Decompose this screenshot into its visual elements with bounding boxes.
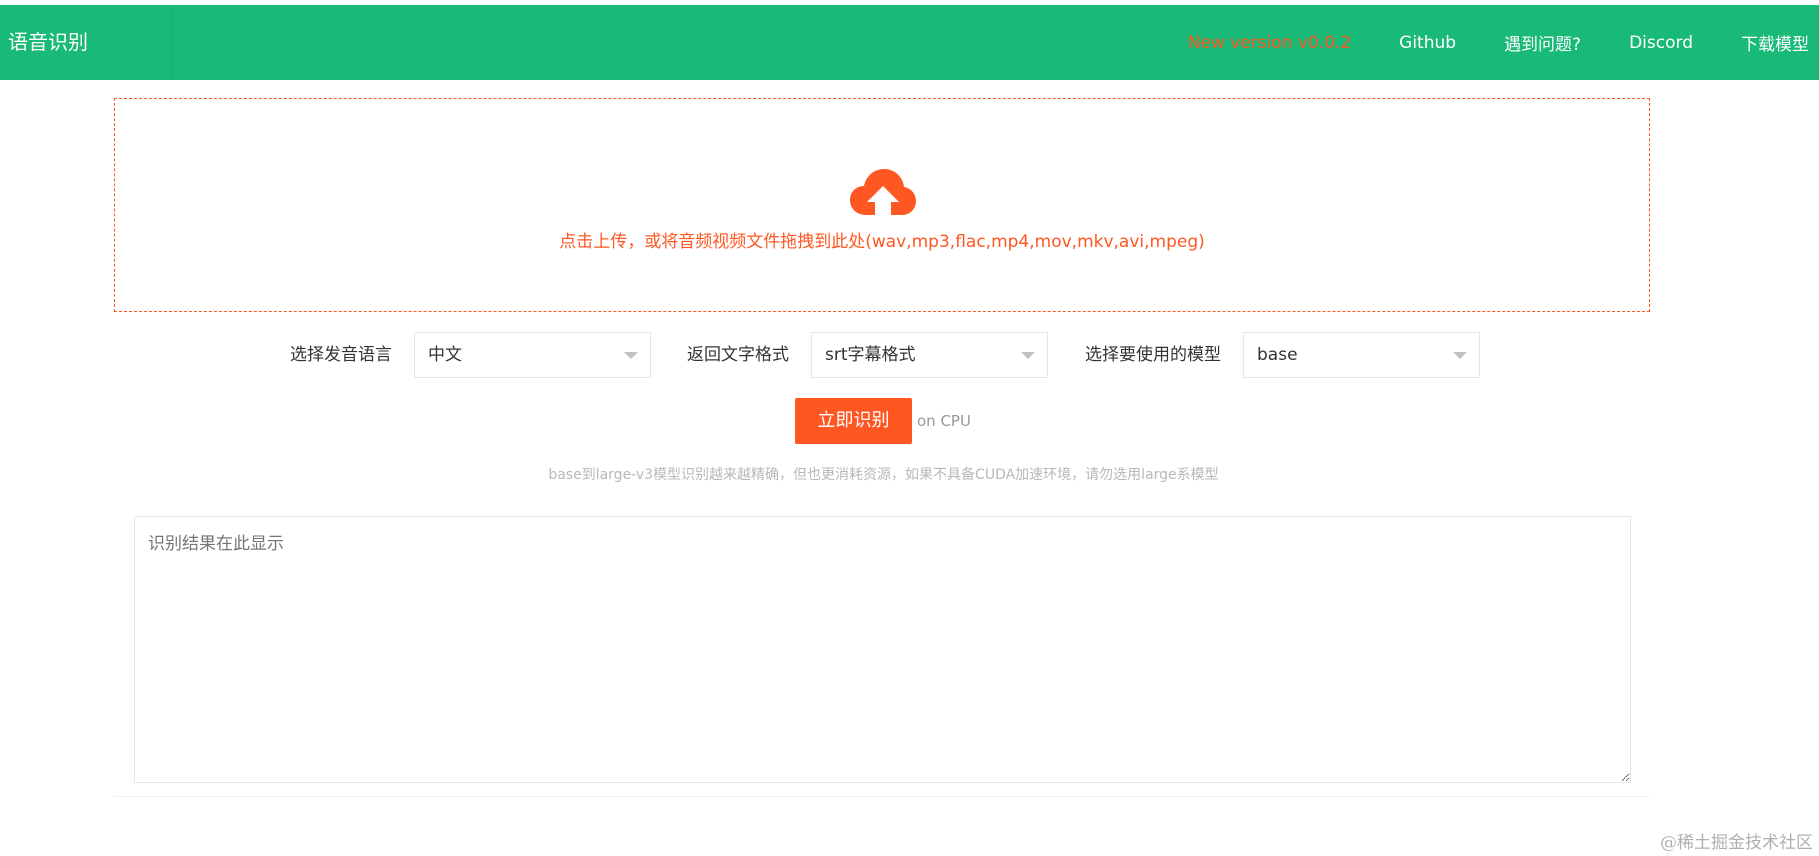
language-label: 选择发音语言 bbox=[290, 345, 392, 365]
model-hint: base到large-v3模型识别越来越精确，但也更消耗资源，如果不具备CUDA… bbox=[548, 467, 1219, 483]
nav-link-github[interactable]: Github bbox=[1399, 33, 1456, 53]
upload-dropzone[interactable]: 点击上传，或将音频视频文件拖拽到此处(wav,mp3,flac,mp4,mov,… bbox=[114, 98, 1650, 312]
start-recognition-button[interactable]: 立即识别 bbox=[795, 398, 912, 444]
format-select[interactable]: srt字幕格式 bbox=[811, 332, 1048, 378]
nav-links: New version v0.0.2 Github 遇到问题? Discord … bbox=[1140, 5, 1809, 80]
nav-link-help[interactable]: 遇到问题? bbox=[1504, 30, 1581, 55]
nav-link-download-model[interactable]: 下载模型 bbox=[1741, 30, 1809, 55]
model-select-value: base bbox=[1257, 345, 1298, 365]
chevron-down-icon bbox=[1453, 352, 1467, 359]
options-row: 选择发音语言 中文 返回文字格式 srt字幕格式 选择要使用的模型 base bbox=[0, 332, 1819, 378]
model-select[interactable]: base bbox=[1243, 332, 1480, 378]
result-panel bbox=[114, 506, 1650, 797]
format-select-value: srt字幕格式 bbox=[825, 345, 916, 365]
language-select[interactable]: 中文 bbox=[414, 332, 651, 378]
language-select-value: 中文 bbox=[428, 345, 462, 365]
chevron-down-icon bbox=[624, 352, 638, 359]
watermark: @稀土掘金技术社区 bbox=[1660, 833, 1813, 853]
upload-instructions: 点击上传，或将音频视频文件拖拽到此处(wav,mp3,flac,mp4,mov,… bbox=[559, 232, 1205, 252]
cloud-upload-icon bbox=[850, 169, 916, 215]
result-textarea[interactable] bbox=[134, 516, 1631, 783]
format-label: 返回文字格式 bbox=[687, 345, 789, 365]
model-label: 选择要使用的模型 bbox=[1085, 345, 1221, 365]
nav-link-discord[interactable]: Discord bbox=[1629, 33, 1693, 53]
chevron-down-icon bbox=[1021, 352, 1035, 359]
top-navbar: 语音识别 New version v0.0.2 Github 遇到问题? Dis… bbox=[0, 5, 1819, 80]
nav-link-new-version[interactable]: New version v0.0.2 bbox=[1188, 33, 1351, 53]
device-label: on CPU bbox=[917, 412, 971, 430]
app-title: 语音识别 bbox=[0, 5, 172, 80]
